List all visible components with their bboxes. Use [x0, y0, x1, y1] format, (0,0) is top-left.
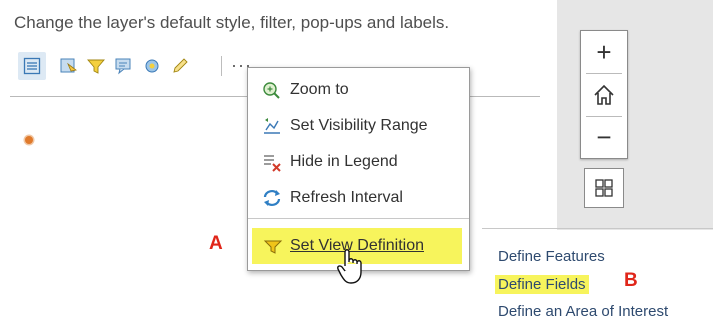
view-definition-submenu: Define Features Define Fields Define an … — [478, 226, 713, 336]
hide-legend-icon — [264, 155, 281, 172]
toolbar-separator — [221, 56, 222, 76]
submenu-border — [482, 228, 713, 229]
grid-icon — [595, 179, 613, 197]
menu-item-set-visibility-range[interactable]: Set Visibility Range — [248, 108, 469, 144]
submenu-item-define-area-of-interest[interactable]: Define an Area of Interest — [498, 303, 668, 320]
zoom-separator — [586, 73, 622, 74]
home-icon — [594, 84, 614, 105]
layer-description: Change the layer's default style, filter… — [14, 13, 450, 32]
hand-cursor-icon — [337, 249, 362, 284]
visibility-range-icon — [264, 118, 280, 134]
menu-item-label: Set Visibility Range — [290, 117, 428, 134]
edit-icon[interactable] — [166, 52, 194, 80]
layer-toolbar: ··· — [18, 52, 278, 80]
submenu-item-define-fields[interactable]: Define Fields — [495, 275, 589, 294]
submenu-item-define-features[interactable]: Define Features — [498, 248, 605, 265]
popup-icon[interactable] — [110, 52, 138, 80]
menu-item-zoom-to[interactable]: Zoom to — [248, 72, 469, 108]
menu-item-hide-in-legend[interactable]: Hide in Legend — [248, 144, 469, 180]
zoom-controls: + − — [580, 30, 628, 159]
annotation-label-a: A — [209, 233, 223, 254]
basemap-gallery-button[interactable] — [584, 168, 624, 208]
menu-item-label: Zoom to — [290, 81, 349, 98]
home-button[interactable] — [581, 75, 627, 115]
point-marker-icon — [25, 136, 33, 144]
menu-item-label: Hide in Legend — [290, 153, 398, 170]
zoom-out-button[interactable]: − — [581, 117, 627, 157]
layer-options-menu: Zoom to Set Visibility Range Hide in Leg… — [247, 67, 470, 271]
style-icon[interactable] — [55, 52, 83, 80]
filter-icon[interactable] — [82, 52, 110, 80]
refresh-icon — [263, 190, 281, 206]
menu-item-refresh-interval[interactable]: Refresh Interval — [248, 180, 469, 216]
zoom-icon — [263, 82, 280, 99]
labels-icon[interactable] — [138, 52, 166, 80]
menu-separator — [248, 218, 469, 219]
view-definition-icon — [263, 240, 283, 254]
zoom-in-button[interactable]: + — [581, 32, 627, 72]
list-settings-icon[interactable] — [18, 52, 46, 80]
annotation-label-b: B — [624, 270, 638, 291]
menu-item-label: Refresh Interval — [290, 189, 403, 206]
